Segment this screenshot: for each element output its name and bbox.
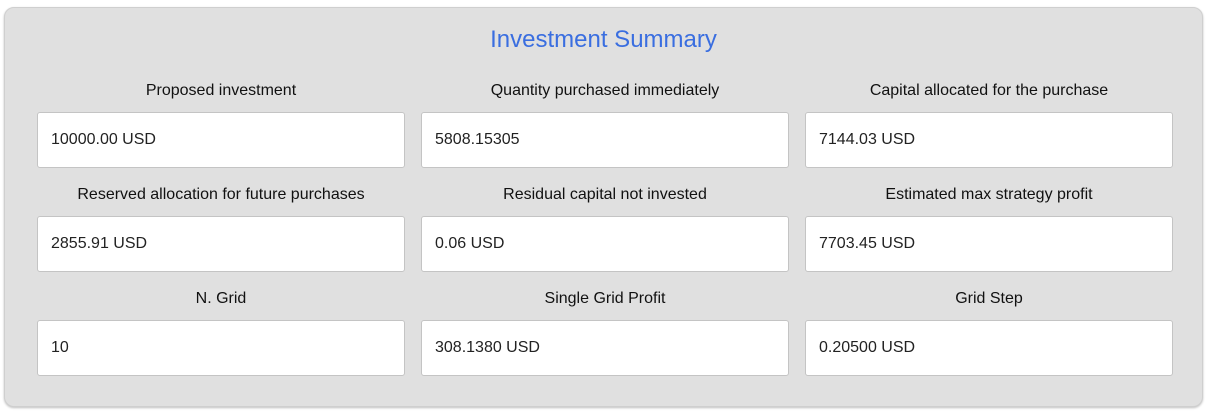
single-grid-profit-group: Single Grid Profit 308.1380 USD [421,280,789,384]
estimated-max-profit-label: Estimated max strategy profit [885,186,1093,203]
reserved-allocation-group: Reserved allocation for future purchases… [37,176,405,280]
residual-capital-group: Residual capital not invested 0.06 USD [421,176,789,280]
panel-title: Investment Summary [490,26,717,53]
proposed-investment-label: Proposed investment [145,82,297,99]
capital-allocated-label: Capital allocated for the purchase [869,82,1109,99]
grid-step-group: Grid Step 0.20500 USD [805,280,1173,384]
single-grid-profit-label: Single Grid Profit [544,290,666,307]
estimated-max-profit-group: Estimated max strategy profit 7703.45 US… [805,176,1173,280]
n-grid-group: N. Grid 10 [37,280,405,384]
n-grid-label: N. Grid [195,290,247,307]
quantity-purchased-group: Quantity purchased immediately 5808.1530… [421,72,789,176]
n-grid-field[interactable]: 10 [37,320,405,376]
quantity-purchased-field[interactable]: 5808.15305 [421,112,789,168]
estimated-max-profit-field[interactable]: 7703.45 USD [805,216,1173,272]
proposed-investment-group: Proposed investment 10000.00 USD [37,72,405,176]
reserved-allocation-label: Reserved allocation for future purchases [77,186,365,203]
proposed-investment-field[interactable]: 10000.00 USD [37,112,405,168]
reserved-allocation-field[interactable]: 2855.91 USD [37,216,405,272]
grid-step-label: Grid Step [955,290,1023,307]
summary-grid: Proposed investment 10000.00 USD Quantit… [37,72,1173,384]
investment-summary-panel: Investment Summary Proposed investment 1… [4,7,1203,407]
capital-allocated-field[interactable]: 7144.03 USD [805,112,1173,168]
quantity-purchased-label: Quantity purchased immediately [490,82,720,99]
residual-capital-field[interactable]: 0.06 USD [421,216,789,272]
grid-step-field[interactable]: 0.20500 USD [805,320,1173,376]
residual-capital-label: Residual capital not invested [503,186,707,203]
capital-allocated-group: Capital allocated for the purchase 7144.… [805,72,1173,176]
single-grid-profit-field[interactable]: 308.1380 USD [421,320,789,376]
